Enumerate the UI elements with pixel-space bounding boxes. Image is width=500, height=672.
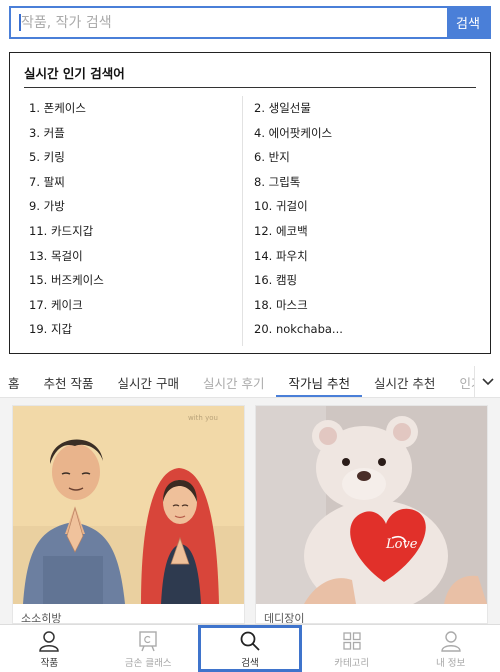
- popular-keyword[interactable]: 12. 에코백: [254, 219, 343, 244]
- nav-label: 내 정보: [435, 658, 466, 669]
- popular-search-panel: 실시간 인기 검색어 1. 폰케이스 3. 커플 5. 키링 7. 팔찌 9. …: [9, 52, 491, 354]
- column-divider: [242, 96, 243, 346]
- product-title: 소소히방: [21, 612, 62, 624]
- product-image-teddy-bear: Love: [256, 406, 487, 604]
- nav-label: 검색: [241, 658, 259, 669]
- tab-realtime-purchase[interactable]: 실시간 구매: [106, 366, 191, 397]
- nav-item-works[interactable]: 작품: [0, 625, 99, 672]
- person-icon: [39, 631, 60, 652]
- product-title: 데디장이: [264, 612, 305, 624]
- popular-keyword[interactable]: 6. 반지: [254, 145, 343, 170]
- nav-item-search[interactable]: 검색: [197, 625, 303, 672]
- popular-keyword[interactable]: 15. 버즈케이스: [29, 268, 104, 293]
- product-card[interactable]: with you 소소히방: [12, 405, 245, 624]
- nav-item-category[interactable]: 카테고리: [302, 625, 401, 672]
- nav-label: 카테고리: [334, 658, 370, 669]
- popular-keyword[interactable]: 11. 카드지갑: [29, 219, 104, 244]
- search-button[interactable]: 검색: [447, 8, 489, 37]
- panel-title: 실시간 인기 검색어: [24, 66, 125, 81]
- tabs-expand-button[interactable]: [474, 366, 500, 397]
- nav-label: 금손 클래스: [124, 658, 172, 669]
- tab-realtime-recommend[interactable]: 실시간 추천: [362, 366, 447, 397]
- product-image-praying-couple: with you: [13, 406, 244, 604]
- tab-home[interactable]: 홈: [0, 366, 32, 397]
- nav-label: 작품: [40, 658, 59, 669]
- tab-realtime-review[interactable]: 실시간 후기: [191, 366, 276, 397]
- popular-keyword[interactable]: 19. 지갑: [29, 317, 104, 342]
- popular-list-left: 1. 폰케이스 3. 커플 5. 키링 7. 팔찌 9. 가방 11. 카드지갑…: [29, 96, 104, 342]
- popular-keyword[interactable]: 10. 귀걸이: [254, 194, 343, 219]
- chevron-down-icon: [481, 377, 494, 385]
- category-tabs: 홈 추천 작품 실시간 구매 실시간 후기 작가님 추천 실시간 추천 인기 작: [0, 366, 500, 398]
- search-icon: [240, 631, 260, 651]
- popular-keyword[interactable]: 17. 케이크: [29, 293, 104, 318]
- popular-list-right: 2. 생일선물 4. 에어팟케이스 6. 반지 8. 그립톡 10. 귀걸이 1…: [254, 96, 343, 342]
- popular-keyword[interactable]: 5. 키링: [29, 145, 104, 170]
- popular-keyword[interactable]: 1. 폰케이스: [29, 96, 104, 121]
- popular-keyword[interactable]: 3. 커플: [29, 121, 104, 146]
- popular-keyword[interactable]: 13. 목걸이: [29, 244, 104, 269]
- text-caret: [19, 14, 21, 31]
- popular-keyword[interactable]: 20. nokchaba...: [254, 317, 343, 342]
- image-caption: with you: [188, 414, 218, 422]
- popular-keyword[interactable]: 4. 에어팟케이스: [254, 121, 343, 146]
- profile-icon: [440, 631, 461, 652]
- divider: [24, 87, 476, 88]
- popular-keyword[interactable]: 16. 캠핑: [254, 268, 343, 293]
- search-input[interactable]: [11, 8, 447, 37]
- popular-keyword[interactable]: 7. 팔찌: [29, 170, 104, 195]
- popular-keyword[interactable]: 14. 파우치: [254, 244, 343, 269]
- product-card[interactable]: Love 데디장이: [255, 405, 488, 624]
- grid-icon: [343, 632, 361, 650]
- popular-keyword[interactable]: 8. 그립톡: [254, 170, 343, 195]
- popular-keyword[interactable]: 2. 생일선물: [254, 96, 343, 121]
- image-caption: Love: [385, 537, 418, 552]
- popular-keyword[interactable]: 9. 가방: [29, 194, 104, 219]
- tab-artist-pick[interactable]: 작가님 추천: [276, 366, 362, 397]
- bottom-nav: 작품 금손 클래스 검색 카테고리 내 정보: [0, 624, 500, 672]
- popular-keyword[interactable]: 18. 마스크: [254, 293, 343, 318]
- nav-item-class[interactable]: 금손 클래스: [99, 625, 198, 672]
- class-board-icon: [139, 631, 157, 652]
- nav-item-my-info[interactable]: 내 정보: [401, 625, 500, 672]
- search-bar: 검색: [9, 6, 491, 39]
- tab-recommended[interactable]: 추천 작품: [32, 366, 106, 397]
